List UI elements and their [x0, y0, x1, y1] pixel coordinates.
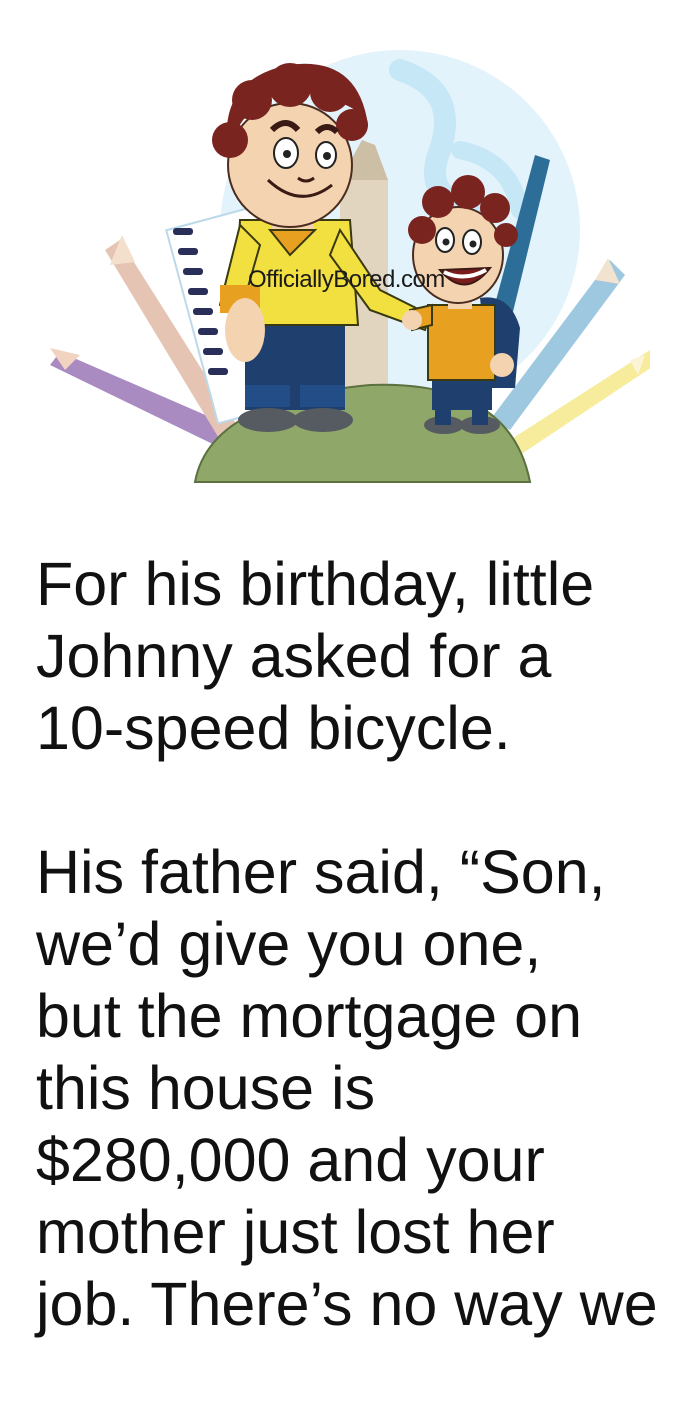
story-text: For his birthday, little Johnny asked fo…	[36, 548, 690, 1340]
story-line: but the mortgage on	[36, 982, 582, 1050]
story-line: His father said, “Son,	[36, 838, 606, 906]
paragraph-2: His father said, “Son, we’d give you one…	[36, 836, 690, 1340]
story-line: $280,000 and your	[36, 1126, 545, 1194]
story-line: mother just lost her	[36, 1198, 555, 1266]
father-son-illustration	[40, 30, 650, 500]
story-line: 10-speed bicycle.	[36, 694, 511, 762]
watermark-text: OfficiallyBored.com	[248, 266, 445, 293]
story-line: we’d give you one,	[36, 910, 542, 978]
story-line: job. There’s no way we	[36, 1270, 658, 1338]
story-line: this house is	[36, 1054, 376, 1122]
hands-shape	[402, 310, 422, 330]
cartoon-image	[50, 50, 650, 483]
story-line: Johnny asked for a	[36, 622, 552, 690]
paragraph-1: For his birthday, little Johnny asked fo…	[36, 548, 690, 764]
story-line: For his birthday, little	[36, 550, 595, 618]
